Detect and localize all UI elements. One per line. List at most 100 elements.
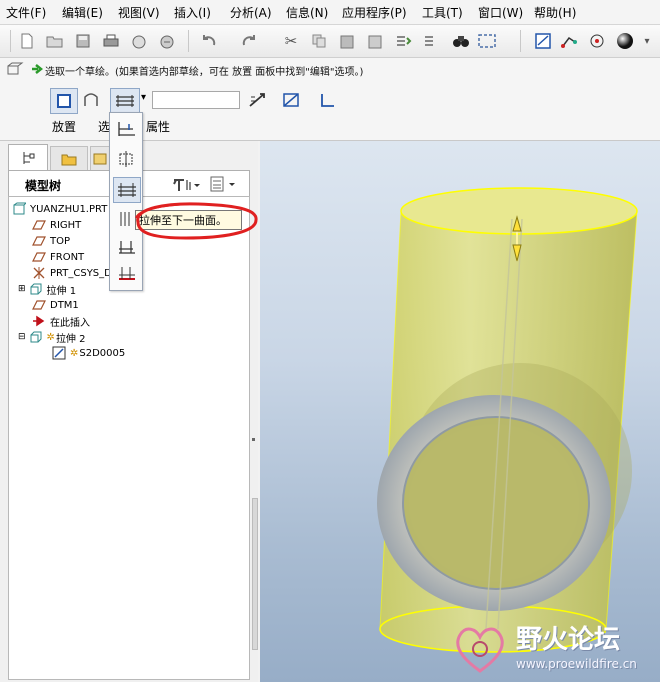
tree-item-label: 在此插入 — [50, 317, 90, 329]
favorites-icon — [93, 153, 107, 165]
symmetric-icon — [119, 151, 133, 167]
tab-model-tree[interactable] — [8, 144, 48, 171]
menu-analysis[interactable]: 分析(A) — [230, 4, 272, 21]
datum-plane-icon — [32, 220, 46, 230]
watermark-brand: 野火论坛 — [516, 625, 621, 655]
spin-center-icon[interactable] — [586, 30, 608, 52]
extrude-dashboard: 选取一个草绘。(如果首选内部草绘，可在 放置 面板中找到"编辑"选项。) ▾ 放… — [0, 58, 660, 141]
copy-icon[interactable] — [308, 30, 330, 52]
sketch-icon[interactable] — [532, 30, 554, 52]
tree-item-dtm1[interactable]: DTM1 — [32, 297, 79, 313]
depth-option-button[interactable] — [110, 88, 140, 114]
menu-applications[interactable]: 应用程序(P) — [342, 4, 407, 21]
shade-icon[interactable] — [614, 30, 636, 52]
menu-window[interactable]: 窗口(W) — [478, 4, 523, 21]
splitter-handle[interactable] — [252, 438, 255, 441]
print-icon[interactable] — [100, 30, 122, 52]
sketch-icon — [52, 346, 66, 360]
thicken-button[interactable] — [314, 88, 340, 112]
surface-button[interactable] — [78, 88, 104, 112]
to-selected-option[interactable] — [113, 261, 139, 285]
remove-material-button[interactable] — [278, 88, 304, 112]
tree-item-part[interactable]: YUANZHU1.PRT — [12, 201, 107, 217]
tree-item-label: 拉伸 2 — [55, 333, 86, 345]
menu-view[interactable]: 视图(V) — [118, 4, 160, 21]
tree-item-insert-here[interactable]: 在此插入 — [32, 313, 90, 329]
tree-item-label: PRT_CSYS_D — [50, 267, 112, 279]
expand-icon[interactable]: ⊞ — [18, 284, 26, 294]
watermark-logo-icon — [456, 627, 504, 673]
tab-favorites[interactable] — [90, 146, 110, 172]
menu-file[interactable]: 文件(F) — [6, 4, 46, 21]
tree-item-extrude-2[interactable]: ⊟ ✲ 拉伸 2 — [18, 329, 85, 345]
datum-plane-icon — [32, 252, 46, 262]
send-icon[interactable] — [128, 30, 150, 52]
tree-item-label: S2D0005 — [79, 347, 126, 359]
tree-item-label: TOP — [50, 235, 71, 247]
tree-item-label: DTM1 — [50, 299, 79, 311]
toolbar-dropdown-icon[interactable]: ▾ — [640, 30, 654, 52]
menu-help[interactable]: 帮助(H) — [534, 4, 576, 21]
extrude-icon — [30, 331, 42, 343]
tools-icon — [173, 179, 200, 191]
tree-item-label: YUANZHU1.PRT — [30, 203, 108, 215]
new-icon[interactable] — [16, 30, 38, 52]
cut-icon[interactable]: ✂ — [280, 30, 302, 52]
datum-icon[interactable] — [558, 30, 580, 52]
symmetric-option[interactable] — [113, 147, 139, 171]
model-tree-icon — [23, 152, 35, 164]
new-feature-star-icon: ✲ — [70, 347, 79, 359]
datum-plane-icon — [32, 300, 46, 310]
scroll-handle[interactable] — [252, 498, 258, 650]
tree-item-csys[interactable]: PRT_CSYS_D — [32, 265, 112, 281]
binoculars-icon[interactable] — [450, 30, 472, 52]
find-icon[interactable] — [420, 30, 442, 52]
menu-tools[interactable]: 工具(T) — [422, 4, 463, 21]
annotation-circle — [135, 202, 258, 240]
paste-icon[interactable] — [336, 30, 358, 52]
expand-icon[interactable]: ⊟ — [18, 332, 26, 342]
tree-item-label: 拉伸 1 — [46, 285, 77, 297]
regenerate-icon[interactable] — [392, 30, 414, 52]
panel-title: 模型树 — [25, 179, 62, 193]
datum-plane-icon — [32, 236, 46, 246]
select-box-icon[interactable] — [476, 30, 498, 52]
tree-item-front[interactable]: FRONT — [32, 249, 84, 265]
feature-icon — [7, 62, 24, 75]
solid-button[interactable] — [50, 88, 78, 114]
menu-edit[interactable]: 编辑(E) — [62, 4, 103, 21]
flip-direction-button[interactable] — [244, 88, 270, 112]
tab-placement[interactable]: 放置 — [52, 118, 76, 135]
menu-info[interactable]: 信息(N) — [286, 4, 328, 21]
tree-item-top[interactable]: TOP — [32, 233, 70, 249]
tree-item-label: RIGHT — [50, 219, 82, 231]
redo-icon[interactable] — [238, 30, 260, 52]
list-icon — [210, 176, 235, 192]
tree-item-sketch[interactable]: ✲ S2D0005 — [52, 345, 125, 361]
depth-input[interactable] — [152, 91, 240, 109]
to-selected-icon — [119, 267, 135, 280]
message-line: 选取一个草绘。(如果首选内部草绘，可在 放置 面板中找到"编辑"选项。) — [45, 67, 364, 78]
save-icon[interactable] — [72, 30, 94, 52]
paste-special-icon[interactable] — [364, 30, 386, 52]
tab-properties[interactable]: 属性 — [146, 118, 170, 135]
tree-show-button[interactable] — [209, 175, 241, 193]
blind-depth-option[interactable] — [113, 117, 139, 141]
folder-icon — [61, 154, 77, 166]
tree-item-extrude-1[interactable]: ⊞ 拉伸 1 — [18, 281, 76, 297]
tree-settings-button[interactable] — [171, 175, 201, 193]
watermark-url: www.proewildfire.cn — [516, 657, 637, 671]
open-icon[interactable] — [44, 30, 66, 52]
blind-depth-icon — [118, 122, 135, 136]
csys-icon — [33, 267, 45, 279]
graphics-viewport[interactable]: 野火论坛 www.proewildfire.cn — [260, 141, 660, 682]
email-icon[interactable] — [156, 30, 178, 52]
extrude-icon — [30, 283, 42, 295]
menu-insert[interactable]: 插入(I) — [174, 4, 211, 21]
tree-item-label: FRONT — [50, 251, 85, 263]
tree-item-right[interactable]: RIGHT — [32, 217, 81, 233]
tab-folder-browser[interactable] — [50, 146, 88, 172]
insert-here-icon — [33, 315, 45, 327]
undo-icon[interactable] — [198, 30, 220, 52]
depth-dropdown-icon[interactable]: ▾ — [141, 92, 146, 103]
